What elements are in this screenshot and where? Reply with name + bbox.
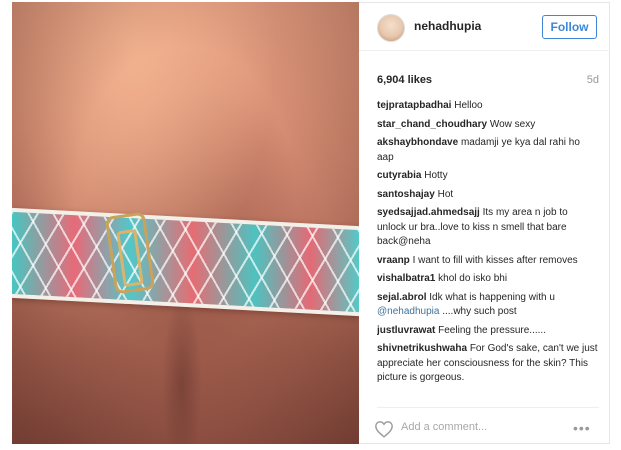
more-options-icon[interactable]: ••• [573,420,591,436]
comment-username[interactable]: tejpratapbadhai [377,100,451,111]
comment: tejpratapbadhai Helloo [377,99,599,114]
post-age[interactable]: 5d [587,74,599,86]
comment-mention[interactable]: @nehadhupia [377,306,439,317]
comment: sejal.abrol Idk what is happening with u… [377,291,599,320]
comment-text: Hotty [424,170,448,181]
comment: vraanp I want to fill with kisses after … [377,254,599,269]
photo-shadow [162,292,202,444]
comment: shivnetrikushwaha For God's sake, can't … [377,342,599,386]
comment-username[interactable]: akshaybhondave [377,137,458,148]
comment: star_chand_choudhary Wow sexy [377,118,599,133]
comment-username[interactable]: sejal.abrol [377,292,426,303]
post-header: nehadhupia Follow [359,2,610,51]
comment: syedsajjad.ahmedsajj Its my area n job t… [377,206,599,250]
heart-icon[interactable] [374,420,394,438]
comment-text: Helloo [454,100,483,111]
add-comment-input[interactable]: Add a comment... [401,421,487,433]
comment-text: Idk what is happening with u [429,291,555,303]
footer-divider [377,407,599,408]
comment-list[interactable]: tejpratapbadhai Helloo star_chand_choudh… [377,99,599,404]
follow-button[interactable]: Follow [542,15,597,39]
comment-text: khol do isko bhi [438,273,508,284]
comment: akshaybhondave madamji ye kya dal rahi h… [377,136,599,165]
post-meta: 6,904 likes 5d [377,74,599,88]
comment-username[interactable]: santoshajay [377,189,435,200]
comment-username[interactable]: vraanp [377,255,410,266]
avatar[interactable] [377,14,405,42]
comment-text: I want to fill with kisses after removes [412,254,578,266]
likes-count[interactable]: 6,904 likes [377,74,432,86]
comment-text: ....why such post [442,306,517,317]
post-footer: Add a comment... ••• [359,412,610,442]
comment-username[interactable]: shivnetrikushwaha [377,343,467,354]
comment-username[interactable]: justluvrawat [377,325,435,336]
comment: justluvrawat Feeling the pressure...... [377,324,599,339]
post-photo[interactable] [12,2,359,444]
comment-text: Hot [437,188,454,200]
comment: cutyrabia Hotty [377,169,599,184]
comment: vishalbatra1 khol do isko bhi [377,272,599,287]
comment-username[interactable]: vishalbatra1 [377,273,435,284]
username-link[interactable]: nehadhupia [414,19,481,33]
comment-username[interactable]: syedsajjad.ahmedsajj [377,207,480,218]
comment-text: Feeling the pressure...... [438,324,546,336]
comment-username[interactable]: star_chand_choudhary [377,119,487,130]
bikini-strap [12,207,359,317]
comment: santoshajay Hot [377,188,599,203]
comment-text: Wow sexy [489,118,536,130]
comment-username[interactable]: cutyrabia [377,170,421,181]
post-sidebar: nehadhupia Follow 6,904 likes 5d tejprat… [359,2,610,444]
